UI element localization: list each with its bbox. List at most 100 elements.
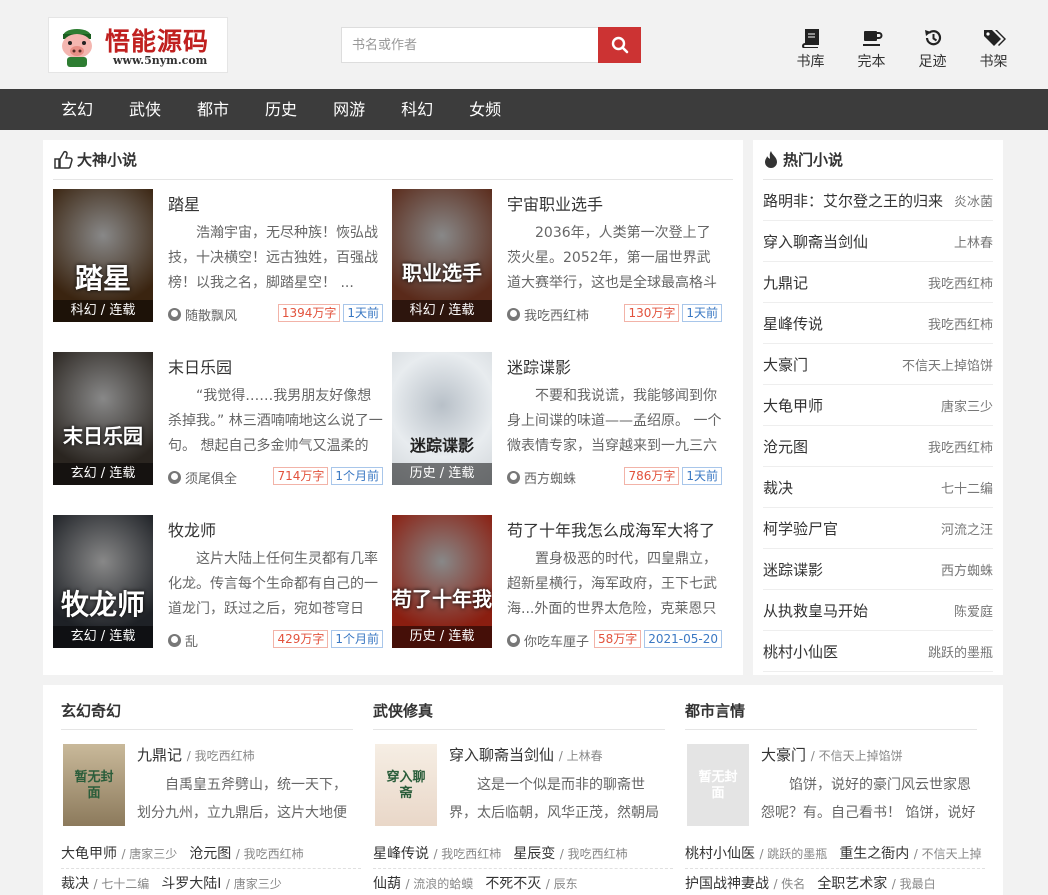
book-author[interactable]: 随散飘风 xyxy=(168,305,237,324)
nav-item-wuxia[interactable]: 武侠 xyxy=(111,89,179,130)
category-list-item[interactable]: 全职艺术家 / 我最白 xyxy=(817,869,935,895)
category-top-title[interactable]: 大豪门 / 不信天上掉馅饼 xyxy=(761,744,903,765)
nav-item-dushi[interactable]: 都市 xyxy=(179,89,247,130)
tool-bookshelf[interactable]: 书架 xyxy=(963,28,1024,71)
book-title[interactable]: 末日乐园 xyxy=(168,354,232,378)
category-list-item[interactable]: 裁决 / 七十二编 xyxy=(61,869,149,895)
hot-item-title: 穿入聊斋当剑仙 xyxy=(763,232,869,251)
hot-item-author: 跳跃的墨瓶 xyxy=(927,645,993,661)
hot-item[interactable]: 从执救皇马开始 陈爱庭 xyxy=(763,590,993,631)
category-list-item[interactable]: 星峰传说 / 我吃西红柿 xyxy=(373,839,501,868)
hot-item-title: 迷踪谍影 xyxy=(763,560,824,579)
hot-item[interactable]: 路明非：艾尔登之王的归来 炎冰菌 xyxy=(763,180,993,221)
hot-list: 路明非：艾尔登之王的归来 炎冰菌 穿入聊斋当剑仙 上林春 九鼎记 我吃西红柿 星峰传说 我吃西… xyxy=(763,180,993,672)
tool-history[interactable]: 足迹 xyxy=(902,28,963,71)
hot-item[interactable]: 大龟甲师 唐家三少 xyxy=(763,385,993,426)
book-cover[interactable]: 牧龙师 玄幻 / 连载 xyxy=(53,515,153,648)
nav-item-wangyou[interactable]: 网游 xyxy=(315,89,383,130)
cover-title: 苟了十年我 xyxy=(392,587,492,611)
book-description: 不要和我说谎，我能够闻到你身上间谍的味道——孟绍原。 一个微表情专家，当穿越来到… xyxy=(507,388,722,454)
category-title[interactable]: 都市言情 xyxy=(685,685,977,730)
featured-book[interactable]: 末日乐园 玄幻 / 连载 末日乐园 “我觉得……我男朋友好像想杀掉我。” 林三酒喃喃地… xyxy=(53,352,393,487)
hot-item-author: 陈爱庭 xyxy=(953,604,993,620)
category-top-cover[interactable]: 暂无封面 xyxy=(687,744,749,826)
hot-item[interactable]: 九鼎记 我吃西红柿 xyxy=(763,262,993,303)
category-list-item[interactable]: 沧元图 / 我吃西红柿 xyxy=(189,839,303,868)
category-list-item[interactable]: 星辰变 / 我吃西红柿 xyxy=(513,839,627,868)
user-icon xyxy=(507,308,520,321)
featured-book[interactable]: 职业选手 科幻 / 连载 宇宙职业选手 2036年，人类第一次登上了茨火星。2052年… xyxy=(392,189,732,324)
book-cover[interactable]: 迷踪谍影 历史 / 连载 xyxy=(392,352,492,485)
site-logo[interactable]: 悟能源码 www.5nym.com xyxy=(48,17,228,73)
nav-item-xuanhuan[interactable]: 玄幻 xyxy=(43,89,111,130)
cover-placeholder-text: 暂无封面 xyxy=(698,770,738,801)
category-list-item[interactable]: 仙葫 / 流浪的蛤蟆 xyxy=(373,869,473,895)
category-top-cover[interactable]: 穿入聊斋 xyxy=(375,744,437,826)
top-book-title: 穿入聊斋当剑仙 xyxy=(449,746,555,764)
hot-item-author: 七十二编 xyxy=(940,481,993,497)
featured-book[interactable]: 迷踪谍影 历史 / 连载 迷踪谍影不要和我说谎，我能够闻到你身上间谍的味道——孟绍原… xyxy=(392,352,732,487)
category-list-row: 大龟甲师 / 唐家三少 沧元图 / 我吃西红柿 xyxy=(61,839,361,869)
hot-item[interactable]: 沧元图 我吃西红柿 xyxy=(763,426,993,467)
book-badges: 786万字 1天前 xyxy=(621,467,722,485)
header-tools: 书库 完本 足迹 书架 xyxy=(780,28,1024,71)
featured-title: 大神小说 xyxy=(77,151,138,169)
hot-item[interactable]: 大豪门 不信天上掉馅饼 xyxy=(763,344,993,385)
category-top-title[interactable]: 九鼎记 / 我吃西红柿 xyxy=(137,744,255,765)
category-top-title[interactable]: 穿入聊斋当剑仙 / 上林春 xyxy=(449,744,603,765)
search-button[interactable] xyxy=(598,27,641,63)
book-title[interactable]: 牧龙师 xyxy=(168,517,216,541)
user-icon xyxy=(168,634,181,647)
hot-item[interactable]: 穿入聊斋当剑仙 上林春 xyxy=(763,221,993,262)
category-list-item[interactable]: 护国战神妻战 / 佚名 xyxy=(685,869,805,895)
book-title[interactable]: 迷踪谍影 xyxy=(507,354,571,378)
book-title[interactable]: 宇宙职业选手 xyxy=(507,191,603,215)
cover-genre-tag: 科幻 / 连载 xyxy=(392,300,492,322)
category-list-item[interactable]: 不死不灭 / 辰东 xyxy=(485,869,577,895)
hot-item-author: 我吃西红柿 xyxy=(927,276,993,292)
category-list-item[interactable]: 重生之衙内 / 不信天上掉 xyxy=(839,839,981,868)
list-item-title: 沧元图 xyxy=(189,846,232,862)
category-title[interactable]: 武侠修真 xyxy=(373,685,665,730)
book-author[interactable]: 乱 xyxy=(168,631,198,650)
hot-item-author: 西方蜘蛛 xyxy=(940,563,993,579)
top-book-title: 九鼎记 xyxy=(137,746,183,764)
author-name: 随散飘风 xyxy=(185,309,238,324)
book-cover[interactable]: 苟了十年我 历史 / 连载 xyxy=(392,515,492,648)
history-icon xyxy=(924,30,941,46)
hot-item[interactable]: 裁决 七十二编 xyxy=(763,467,993,508)
featured-book[interactable]: 牧龙师 玄幻 / 连载 牧龙师 这片大陆上任何生灵都有几率化龙。传言每个生命都有自己的… xyxy=(53,515,393,650)
book-title[interactable]: 踏星 xyxy=(168,191,200,215)
category-list-item[interactable]: 桃村小仙医 / 跳跃的墨瓶 xyxy=(685,839,827,868)
hot-item[interactable]: 星峰传说 我吃西红柿 xyxy=(763,303,993,344)
nav-item-lishi[interactable]: 历史 xyxy=(247,89,315,130)
tool-library[interactable]: 书库 xyxy=(780,28,841,71)
book-author[interactable]: 西方蜘蛛 xyxy=(507,468,576,487)
search-input[interactable] xyxy=(341,27,599,63)
search-icon xyxy=(611,36,628,54)
tool-finished[interactable]: 完本 xyxy=(841,28,902,71)
category-top-cover[interactable]: 暂无封面 xyxy=(63,744,125,826)
category-title[interactable]: 玄幻奇幻 xyxy=(61,685,353,730)
book-cover[interactable]: 末日乐园 玄幻 / 连载 xyxy=(53,352,153,485)
cover-genre-tag: 历史 / 连载 xyxy=(392,463,492,485)
book-author[interactable]: 须尾俱全 xyxy=(168,468,237,487)
book-author[interactable]: 你吃车厘子 xyxy=(507,631,589,650)
hot-item[interactable]: 柯学验尸官 河流之汪 xyxy=(763,508,993,549)
category-list-item[interactable]: 斗罗大陆Ⅰ / 唐家三少 xyxy=(161,869,281,895)
hot-item[interactable]: 桃村小仙医 跳跃的墨瓶 xyxy=(763,631,993,672)
nav-item-nvpin[interactable]: 女频 xyxy=(451,89,519,130)
logo-title: 悟能源码 xyxy=(105,27,210,56)
book-cover[interactable]: 职业选手 科幻 / 连载 xyxy=(392,189,492,322)
featured-book[interactable]: 苟了十年我 历史 / 连载 苟了十年我怎么成海军大将了 置身极恶的时代，四皇鼎立，超新… xyxy=(392,515,732,650)
list-item-title: 全职艺术家 xyxy=(817,876,888,892)
category-list-item[interactable]: 大龟甲师 / 唐家三少 xyxy=(61,839,177,868)
featured-book[interactable]: 踏星 科幻 / 连载 踏星 浩瀚宇宙，无尽种族！恢弘战技，十决横空！远古独姓，百强战榜… xyxy=(53,189,393,324)
book-author[interactable]: 我吃西红柿 xyxy=(507,305,589,324)
tool-bookshelf-label: 书架 xyxy=(979,54,1008,70)
book-title[interactable]: 苟了十年我怎么成海军大将了 xyxy=(507,517,715,541)
hot-item-author: 我吃西红柿 xyxy=(927,317,993,333)
book-cover[interactable]: 踏星 科幻 / 连载 xyxy=(53,189,153,322)
hot-item[interactable]: 迷踪谍影 西方蜘蛛 xyxy=(763,549,993,590)
nav-item-kehuan[interactable]: 科幻 xyxy=(383,89,451,130)
